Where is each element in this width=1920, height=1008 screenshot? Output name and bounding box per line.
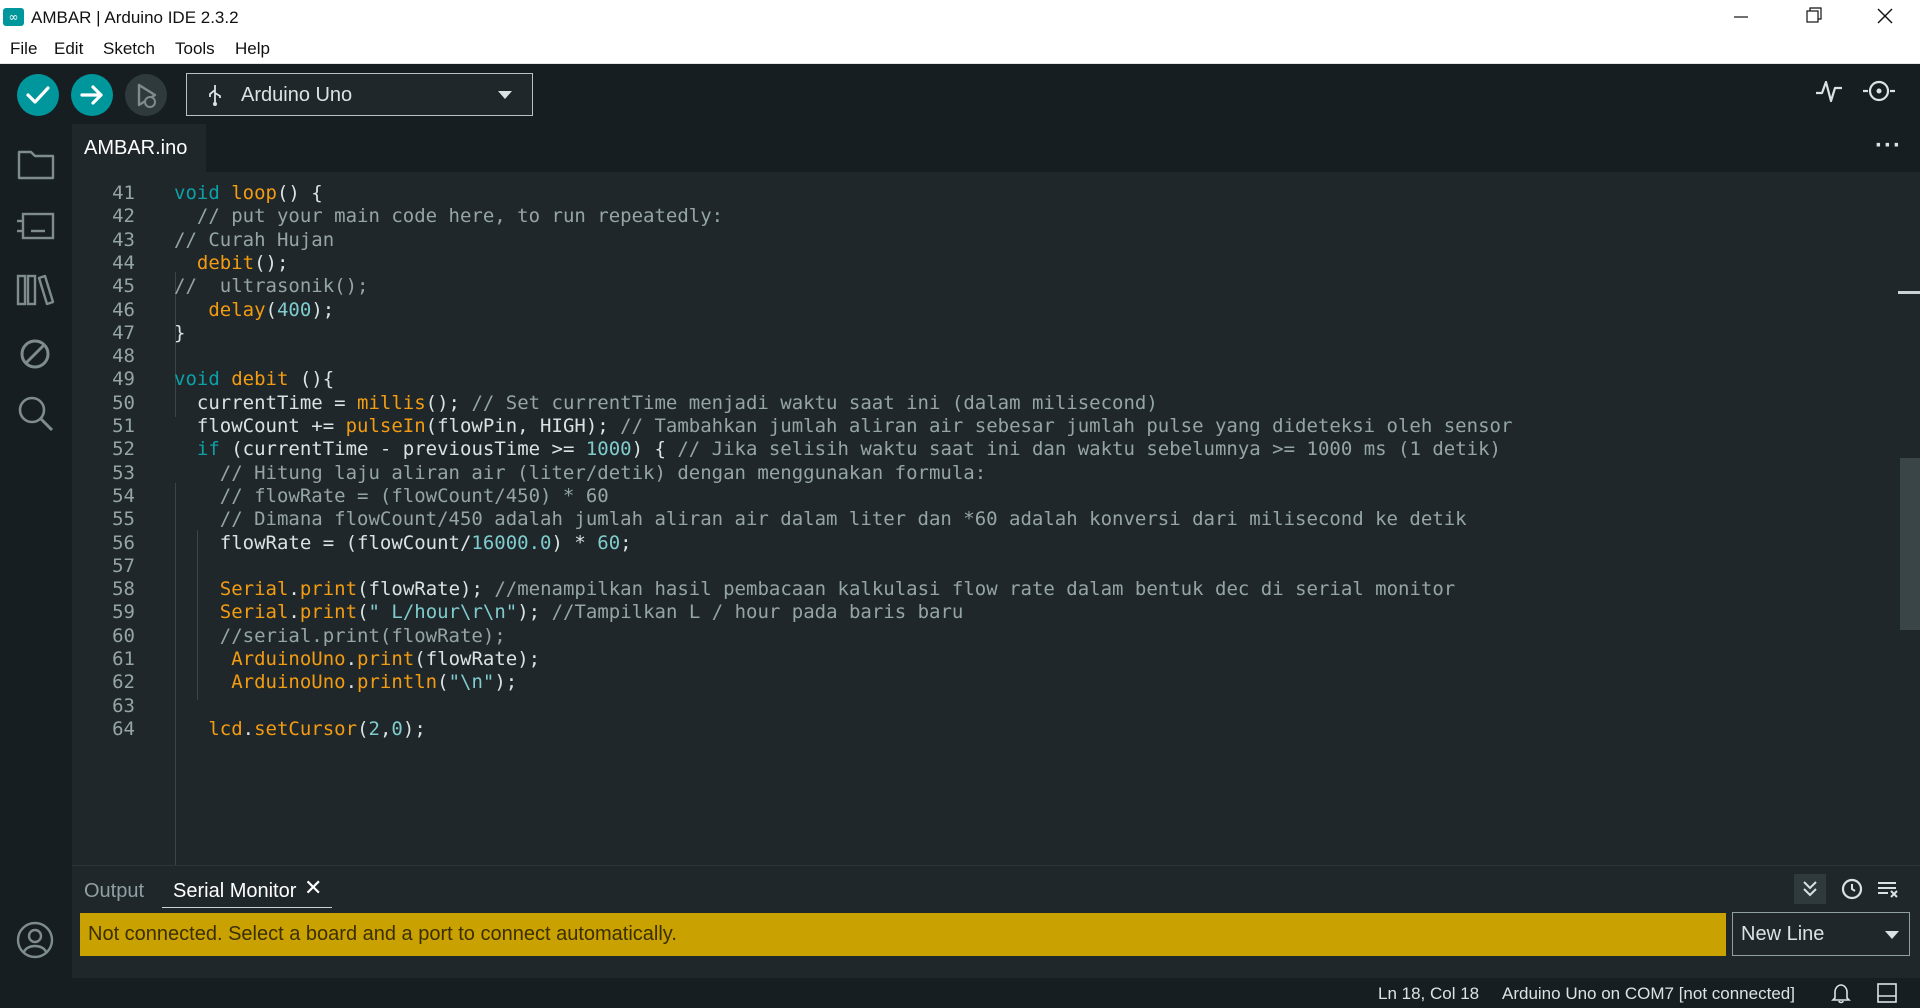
line-number: 64 bbox=[112, 717, 135, 740]
tab-output[interactable]: Output bbox=[84, 880, 144, 903]
menu-bar: File Edit Sketch Tools Help bbox=[0, 34, 1920, 64]
autoscroll-toggle[interactable] bbox=[1794, 874, 1826, 904]
verify-icon bbox=[26, 86, 50, 104]
board-selector[interactable]: Arduino Uno bbox=[186, 73, 533, 116]
sketchbook-button[interactable] bbox=[14, 142, 58, 191]
clock-icon bbox=[1841, 878, 1863, 900]
debug-button[interactable] bbox=[125, 74, 167, 116]
library-manager-button[interactable] bbox=[14, 268, 58, 317]
boards-manager-icon bbox=[17, 212, 55, 240]
menu-edit[interactable]: Edit bbox=[54, 39, 83, 59]
boards-manager-button[interactable] bbox=[14, 204, 58, 253]
status-bar: Ln 18, Col 18 Arduino Uno on COM7 [not c… bbox=[0, 978, 1920, 1008]
timestamp-toggle[interactable] bbox=[1836, 874, 1868, 904]
restore-button[interactable] bbox=[1776, 0, 1848, 34]
menu-file[interactable]: File bbox=[10, 39, 37, 59]
search-icon bbox=[18, 396, 54, 432]
serial-monitor-button[interactable] bbox=[1862, 76, 1902, 111]
bottom-panel-tabs: Output Serial Monitor ✕ bbox=[72, 865, 1920, 909]
code-editor[interactable]: 41 void loop() {42 // put your main code … bbox=[72, 172, 1920, 865]
account-button[interactable] bbox=[14, 918, 58, 967]
toggle-panel-button[interactable] bbox=[1876, 982, 1898, 1008]
scrollbar-thumb[interactable] bbox=[1900, 458, 1920, 630]
upload-button[interactable] bbox=[71, 74, 113, 116]
arduino-ide-window: ∞ AMBAR | Arduino IDE 2.3.2 File Edit Sk… bbox=[0, 0, 1920, 1008]
notifications-button[interactable] bbox=[1830, 982, 1852, 1008]
verify-button[interactable] bbox=[17, 74, 59, 116]
bell-icon bbox=[1831, 984, 1851, 1004]
account-icon bbox=[16, 921, 54, 959]
close-serial-monitor-button[interactable]: ✕ bbox=[304, 876, 322, 901]
arduino-logo-icon: ∞ bbox=[3, 8, 24, 26]
menu-help[interactable]: Help bbox=[235, 39, 270, 59]
tab-ambar-ino[interactable]: AMBAR.ino bbox=[72, 124, 206, 172]
window-title: AMBAR | Arduino IDE 2.3.2 bbox=[31, 8, 239, 27]
chevron-down-icon bbox=[1885, 931, 1899, 939]
panel-icon bbox=[1877, 983, 1897, 1003]
serial-monitor-icon bbox=[1863, 80, 1895, 102]
line-ending-value: New Line bbox=[1741, 923, 1825, 945]
not-connected-notice: Not connected. Select a board and a port… bbox=[80, 913, 1726, 956]
chevron-down-icon bbox=[498, 91, 512, 99]
activity-sidebar bbox=[0, 124, 72, 1008]
debug-icon bbox=[137, 83, 157, 108]
clear-output-button[interactable] bbox=[1872, 874, 1904, 904]
serial-plotter-button[interactable] bbox=[1814, 76, 1844, 111]
line-ending-select[interactable]: New Line bbox=[1732, 912, 1910, 956]
menu-sketch[interactable]: Sketch bbox=[103, 39, 155, 59]
cursor-position[interactable]: Ln 18, Col 18 bbox=[1378, 984, 1479, 1004]
scrollbar-cursor-marker bbox=[1898, 291, 1920, 294]
usb-icon bbox=[209, 85, 221, 106]
debug-disabled-icon bbox=[20, 339, 50, 369]
debug-panel-button[interactable] bbox=[14, 332, 58, 381]
folder-icon bbox=[17, 150, 55, 180]
upload-icon bbox=[80, 85, 103, 105]
title-bar: ∞ AMBAR | Arduino IDE 2.3.2 bbox=[0, 0, 1920, 34]
clear-output-icon bbox=[1878, 882, 1898, 898]
board-port-status[interactable]: Arduino Uno on COM7 [not connected] bbox=[1502, 984, 1795, 1004]
code-line[interactable]: 64 lcd.setCursor(2,0); bbox=[72, 715, 1872, 743]
chevron-double-down-icon bbox=[1803, 881, 1817, 897]
board-name: Arduino Uno bbox=[241, 84, 353, 106]
serial-plotter-icon bbox=[1816, 80, 1842, 103]
more-options-button[interactable]: ··· bbox=[1875, 132, 1902, 160]
library-icon bbox=[16, 274, 55, 306]
search-button[interactable] bbox=[14, 392, 58, 441]
code-text: lcd.setCursor(2,0); bbox=[208, 717, 426, 740]
menu-tools[interactable]: Tools bbox=[175, 39, 215, 59]
minimize-button[interactable] bbox=[1704, 0, 1776, 34]
close-window-button[interactable] bbox=[1848, 0, 1920, 34]
tab-serial-monitor[interactable]: Serial Monitor bbox=[173, 880, 296, 903]
editor-tab-bar: AMBAR.ino ··· bbox=[72, 124, 1920, 172]
